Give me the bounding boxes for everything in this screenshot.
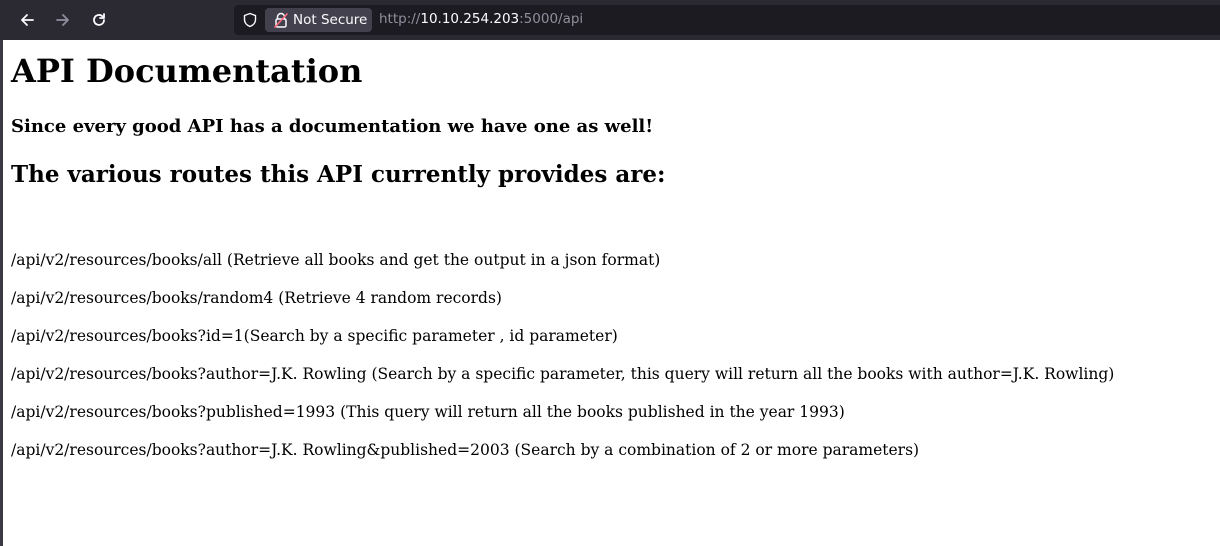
url-scheme: http:// bbox=[379, 11, 421, 27]
not-secure-label: Not Secure bbox=[293, 12, 368, 28]
routes-heading: The various routes this API currently pr… bbox=[11, 161, 666, 188]
page-subtitle: Since every good API has a documentation… bbox=[11, 116, 654, 137]
url-host: 10.10.254.203 bbox=[420, 11, 520, 27]
site-security-button[interactable]: Not Secure bbox=[265, 8, 372, 32]
reload-button[interactable] bbox=[87, 8, 111, 32]
forward-arrow-icon bbox=[56, 14, 69, 26]
back-arrow-icon bbox=[21, 14, 34, 26]
forward-button[interactable] bbox=[51, 8, 75, 32]
address-bar[interactable]: Not Secure http://10.10.254.203:5000/api bbox=[234, 5, 1220, 35]
page-title: API Documentation bbox=[11, 52, 363, 90]
url-text[interactable]: http://10.10.254.203:5000/api bbox=[379, 11, 583, 27]
back-button[interactable] bbox=[15, 8, 39, 32]
route-item: /api/v2/resources/books?author=J.K. Rowl… bbox=[11, 365, 1115, 383]
insecure-lock-icon bbox=[274, 12, 288, 28]
route-item: /api/v2/resources/books/random4 (Retriev… bbox=[11, 289, 502, 307]
tracking-protection-shield-icon[interactable] bbox=[242, 12, 258, 28]
reload-icon bbox=[93, 13, 105, 26]
window-edge bbox=[0, 40, 3, 546]
route-item: /api/v2/resources/books?published=1993 (… bbox=[11, 403, 845, 421]
route-item: /api/v2/resources/books?author=J.K. Rowl… bbox=[11, 441, 920, 459]
route-item: /api/v2/resources/books/all (Retrieve al… bbox=[11, 251, 661, 269]
browser-toolbar: Not Secure http://10.10.254.203:5000/api bbox=[0, 0, 1220, 40]
url-path: :5000/api bbox=[519, 11, 584, 27]
route-item: /api/v2/resources/books?id=1(Search by a… bbox=[11, 327, 618, 345]
